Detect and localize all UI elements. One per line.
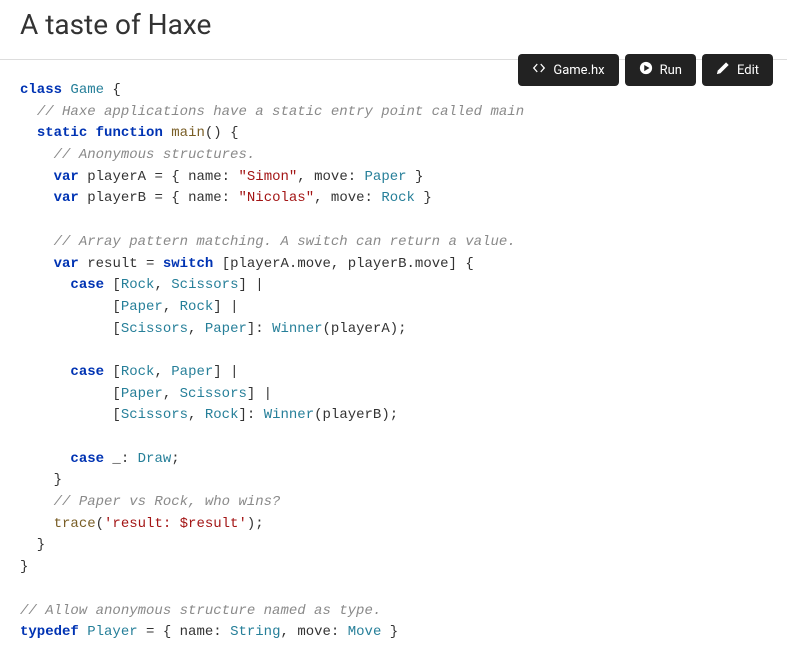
- edit-button[interactable]: Edit: [702, 54, 773, 86]
- edit-label: Edit: [737, 63, 759, 78]
- code-block: Game.hx Run Edit class Game { // Haxe ap…: [0, 59, 787, 650]
- code-snippet: class Game { // Haxe applications have a…: [0, 60, 787, 650]
- filename-label: Game.hx: [553, 63, 604, 78]
- code-toolbar: Game.hx Run Edit: [518, 54, 773, 86]
- play-icon: [639, 61, 653, 79]
- pencil-icon: [716, 61, 730, 79]
- run-button[interactable]: Run: [625, 54, 696, 86]
- page-title: A taste of Haxe: [20, 8, 787, 41]
- run-label: Run: [660, 63, 682, 78]
- code-icon: [532, 61, 546, 79]
- filename-button[interactable]: Game.hx: [518, 54, 618, 86]
